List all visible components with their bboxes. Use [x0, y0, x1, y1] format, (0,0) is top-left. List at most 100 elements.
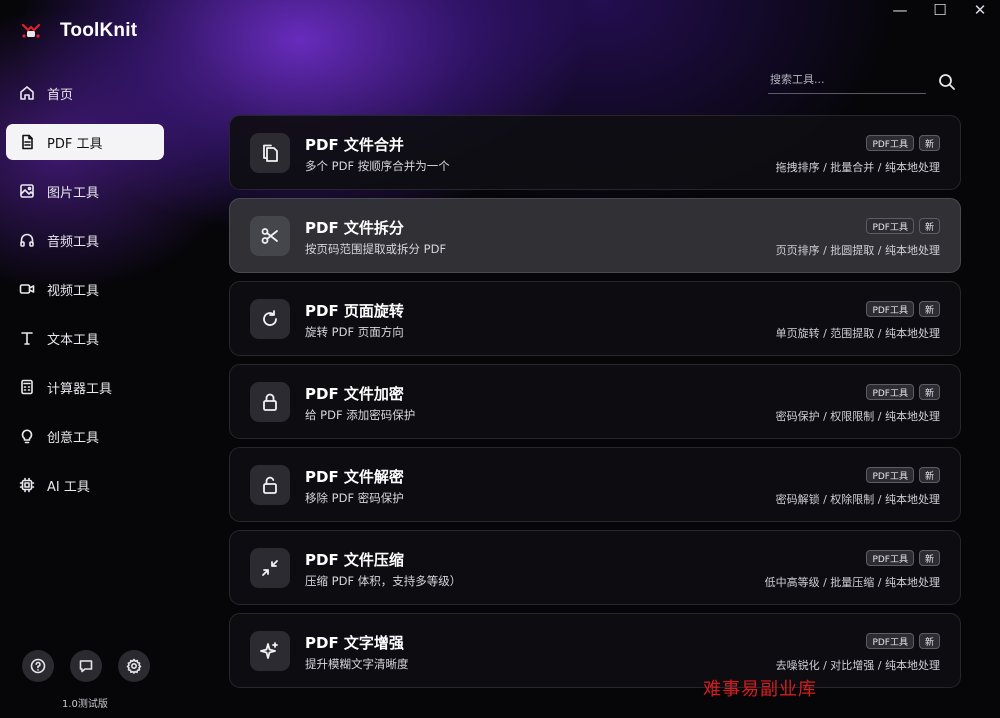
sidebar-item-image-tools[interactable]: 图片工具	[6, 173, 164, 209]
category-tag: PDF工具	[866, 633, 914, 649]
search-icon	[939, 74, 955, 90]
close-button[interactable]: ✕	[960, 0, 1000, 20]
category-tag: PDF工具	[866, 550, 914, 566]
tool-description: 按页码范围提取或拆分 PDF	[305, 242, 447, 256]
tool-tags: PDF工具 新	[866, 384, 940, 400]
sidebar-item-audio-tools[interactable]: 音频工具	[6, 222, 164, 258]
search-button[interactable]	[938, 73, 956, 91]
version-label: 1.0测试版	[62, 699, 108, 710]
maximize-button[interactable]: ☐	[920, 0, 960, 20]
headphones-icon	[19, 232, 35, 248]
scissors-icon	[250, 216, 290, 256]
tool-card-pdf-merge[interactable]: PDF 文件合并 多个 PDF 按顺序合并为一个 PDF工具 新 拖拽排序 / …	[229, 115, 961, 190]
sidebar-item-pdf-tools[interactable]: PDF 工具	[6, 124, 164, 160]
sidebar-item-calculator-tools[interactable]: 计算器工具	[6, 369, 164, 405]
new-badge: 新	[918, 384, 940, 400]
category-tag: PDF工具	[866, 135, 914, 151]
tool-features: 低中高等级 / 批量压缩 / 纯本地处理	[764, 576, 940, 589]
feedback-icon	[79, 660, 93, 673]
search-input[interactable]	[768, 73, 926, 86]
sidebar-item-label: 文本工具	[47, 332, 100, 348]
tool-tags: PDF工具 新	[866, 135, 940, 151]
help-button[interactable]	[22, 650, 54, 682]
tool-description: 移除 PDF 密码保护	[305, 491, 404, 505]
sidebar-item-text-tools[interactable]: 文本工具	[6, 320, 164, 356]
tool-title: PDF 文件合并	[305, 136, 404, 154]
unlock-icon	[250, 465, 290, 505]
home-icon	[19, 85, 35, 101]
sidebar-item-video-tools[interactable]: 视频工具	[6, 271, 164, 307]
tool-card-pdf-split[interactable]: PDF 文件拆分 按页码范围提取或拆分 PDF PDF工具 新 页页排序 / 批…	[229, 198, 961, 273]
video-icon	[19, 281, 35, 297]
sidebar-item-home[interactable]: 首页	[6, 75, 164, 111]
category-tag: PDF工具	[866, 218, 914, 234]
tool-title: PDF 文件拆分	[305, 219, 404, 237]
tool-features: 密码解锁 / 权除限制 / 纯本地处理	[775, 493, 940, 506]
new-badge: 新	[918, 550, 940, 566]
new-badge: 新	[918, 135, 940, 151]
tool-features: 单页旋转 / 范围提取 / 纯本地处理	[775, 327, 940, 340]
tool-features: 去噪锐化 / 对比增强 / 纯本地处理	[775, 659, 940, 672]
sidebar-item-label: 图片工具	[47, 185, 100, 201]
help-icon	[30, 658, 46, 674]
settings-button[interactable]	[118, 650, 150, 682]
feedback-button[interactable]	[70, 650, 102, 682]
tool-title: PDF 文件解密	[305, 468, 404, 486]
sidebar-item-creative-tools[interactable]: 创意工具	[6, 418, 164, 454]
sidebar-item-label: 创意工具	[47, 430, 100, 446]
sidebar-item-label: 计算器工具	[47, 381, 113, 397]
tool-tags: PDF工具 新	[866, 467, 940, 483]
new-badge: 新	[918, 301, 940, 317]
category-tag: PDF工具	[866, 467, 914, 483]
sparkle-icon	[250, 631, 290, 671]
tool-card-pdf-encrypt[interactable]: PDF 文件加密 给 PDF 添加密码保护 PDF工具 新 密码保护 / 权限限…	[229, 364, 961, 439]
tool-card-pdf-decrypt[interactable]: PDF 文件解密 移除 PDF 密码保护 PDF工具 新 密码解锁 / 权除限制…	[229, 447, 961, 522]
copy-icon	[250, 133, 290, 173]
sidebar-bottom-buttons	[22, 650, 150, 682]
lightbulb-icon	[19, 428, 35, 444]
sidebar-item-label: 音频工具	[47, 234, 100, 250]
lock-icon	[250, 382, 290, 422]
new-badge: 新	[918, 633, 940, 649]
sidebar-item-label: PDF 工具	[47, 136, 103, 152]
category-tag: PDF工具	[866, 301, 914, 317]
sidebar: ToolKnit 首页 PDF 工具 图片工具 音频工具 视频工具 文本工具 计…	[0, 0, 175, 718]
tool-features: 密码保护 / 权限限制 / 纯本地处理	[775, 410, 940, 423]
tool-list: PDF 文件合并 多个 PDF 按顺序合并为一个 PDF工具 新 拖拽排序 / …	[229, 115, 961, 696]
tool-description: 旋转 PDF 页面方向	[305, 325, 404, 339]
tool-tags: PDF工具 新	[866, 633, 940, 649]
tool-tags: PDF工具 新	[866, 550, 940, 566]
sidebar-item-label: 视频工具	[47, 283, 100, 299]
tool-title: PDF 页面旋转	[305, 302, 404, 320]
tool-features: 拖拽排序 / 批量合并 / 纯本地处理	[775, 161, 940, 174]
toolknit-logo-icon	[21, 23, 41, 38]
watermark-text: 难事易副业库	[703, 679, 817, 700]
tool-card-pdf-rotate[interactable]: PDF 页面旋转 旋转 PDF 页面方向 PDF工具 新 单页旋转 / 范围提取…	[229, 281, 961, 356]
tool-tags: PDF工具 新	[866, 218, 940, 234]
sidebar-item-ai-tools[interactable]: AI 工具	[6, 467, 164, 503]
file-icon	[19, 134, 35, 150]
rotate-icon	[250, 299, 290, 339]
window-controls: — ☐ ✕	[880, 0, 1000, 20]
tool-tags: PDF工具 新	[866, 301, 940, 317]
sidebar-nav: 首页 PDF 工具 图片工具 音频工具 视频工具 文本工具 计算器工具 创意工具…	[6, 75, 164, 516]
sidebar-item-label: AI 工具	[47, 479, 90, 495]
tool-title: PDF 文件加密	[305, 385, 404, 403]
category-tag: PDF工具	[866, 384, 914, 400]
new-badge: 新	[918, 218, 940, 234]
tool-card-pdf-compress[interactable]: PDF 文件压缩 压缩 PDF 体积，支持多等级） PDF工具 新 低中高等级 …	[229, 530, 961, 605]
tool-card-pdf-text-enhance[interactable]: PDF 文字增强 提升模糊文字清晰度 PDF工具 新 去噪锐化 / 对比增强 /…	[229, 613, 961, 688]
tool-description: 多个 PDF 按顺序合并为一个	[305, 159, 450, 173]
settings-icon	[126, 658, 142, 674]
sidebar-item-label: 首页	[47, 87, 74, 103]
chip-icon	[19, 477, 35, 493]
tool-description: 提升模糊文字清晰度	[305, 657, 409, 671]
text-icon	[19, 330, 35, 346]
minimize-button[interactable]: —	[880, 0, 920, 20]
tool-title: PDF 文字增强	[305, 634, 404, 652]
tool-description: 压缩 PDF 体积，支持多等级）	[305, 574, 462, 588]
brand: ToolKnit	[20, 20, 137, 42]
new-badge: 新	[918, 467, 940, 483]
tool-description: 给 PDF 添加密码保护	[305, 408, 416, 422]
calculator-icon	[19, 379, 35, 395]
